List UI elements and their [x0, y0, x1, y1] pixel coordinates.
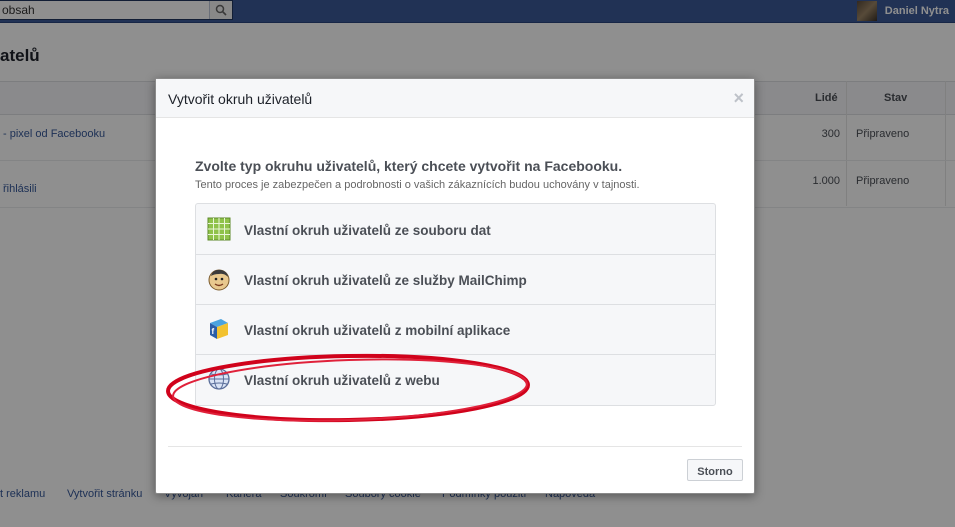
- annotation-ellipse: [166, 353, 530, 423]
